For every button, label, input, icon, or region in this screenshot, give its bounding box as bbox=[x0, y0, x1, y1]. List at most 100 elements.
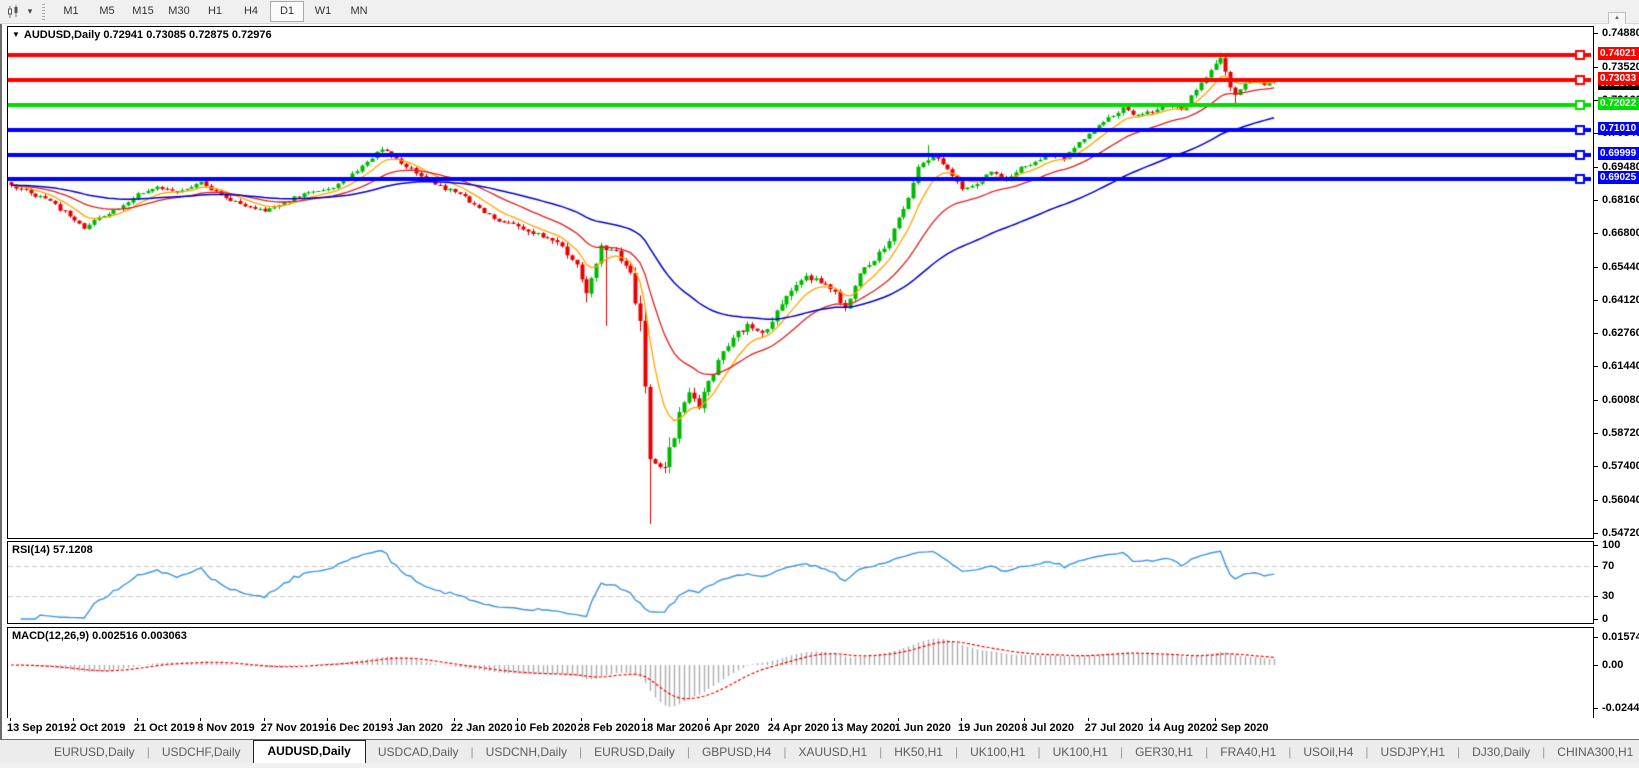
chart-tab-uk100-h1[interactable]: UK100,H1 bbox=[1041, 742, 1120, 763]
date-tick-mark bbox=[200, 718, 201, 721]
chart-ohlc-header: ▼ AUDUSD,Daily 0.72941 0.73085 0.72875 0.… bbox=[12, 29, 272, 41]
timeframe-button-m15[interactable]: M15 bbox=[126, 1, 160, 22]
rsi-tick-mark bbox=[1594, 596, 1598, 597]
timeframe-button-w1[interactable]: W1 bbox=[306, 1, 340, 22]
chart-tab-usoil-h4[interactable]: USOil,H4 bbox=[1291, 742, 1365, 763]
timeframe-button-m30[interactable]: M30 bbox=[162, 1, 196, 22]
timeframe-button-mn[interactable]: MN bbox=[342, 1, 376, 22]
rsi-axis: 10070300 bbox=[1594, 541, 1639, 624]
date-tick-label: 24 Apr 2020 bbox=[768, 722, 829, 734]
date-tick-mark bbox=[73, 718, 74, 721]
chart-type-dropdown-caret[interactable]: ▾ bbox=[24, 6, 36, 17]
chart-tab-usdjpy-h1[interactable]: USDJPY,H1 bbox=[1369, 742, 1457, 763]
chart-tab-fra40-h1[interactable]: FRA40,H1 bbox=[1208, 742, 1288, 763]
chart-tab-usdcnh-daily[interactable]: USDCNH,Daily bbox=[474, 742, 579, 763]
date-tick-label: 19 Jun 2020 bbox=[958, 722, 1020, 734]
price-tick-label: 0.56040 bbox=[1602, 494, 1639, 506]
timeframe-button-m5[interactable]: M5 bbox=[90, 1, 124, 22]
chart-window: ▼ AUDUSD,Daily 0.72941 0.73085 0.72875 0.… bbox=[2, 24, 1639, 739]
date-tick-label: 27 Jul 2020 bbox=[1085, 722, 1144, 734]
price-tick-mark bbox=[1594, 33, 1598, 34]
date-tick-label: 21 Oct 2019 bbox=[134, 722, 195, 734]
date-tick-label: 8 Nov 2019 bbox=[197, 722, 254, 734]
rsi-chart-canvas[interactable] bbox=[8, 542, 1591, 621]
hline-price-label[interactable]: 0.73033 bbox=[1598, 72, 1639, 85]
hline-price-label[interactable]: 0.72022 bbox=[1598, 97, 1639, 110]
price-tick-mark bbox=[1594, 67, 1598, 68]
price-tick-label: 0.65440 bbox=[1602, 261, 1639, 273]
date-tick-label: 3 Jan 2020 bbox=[387, 722, 443, 734]
chart-menu-triangle-icon[interactable]: ▼ bbox=[12, 30, 20, 39]
price-tick-mark bbox=[1594, 500, 1598, 501]
date-tick-mark bbox=[898, 718, 899, 721]
date-axis[interactable]: 13 Sep 20192 Oct 201921 Oct 20198 Nov 20… bbox=[7, 718, 1594, 738]
date-tick-mark bbox=[454, 718, 455, 721]
price-tick-mark bbox=[1594, 366, 1598, 367]
hline-price-label[interactable]: 0.71010 bbox=[1598, 122, 1639, 135]
date-tick-mark bbox=[1024, 718, 1025, 721]
chart-tab-gbpusd-h4[interactable]: GBPUSD,H4 bbox=[690, 742, 783, 763]
macd-label: MACD(12,26,9) bbox=[12, 630, 89, 642]
price-tick-label: 0.64120 bbox=[1602, 294, 1639, 306]
price-tick-mark bbox=[1594, 267, 1598, 268]
date-tick-label: 27 Nov 2019 bbox=[261, 722, 325, 734]
date-tick-label: 2 Oct 2019 bbox=[70, 722, 125, 734]
toolbar-grip[interactable] bbox=[42, 4, 45, 20]
date-tick-mark bbox=[1088, 718, 1089, 721]
rsi-tick-label: 30 bbox=[1602, 590, 1614, 602]
macd-header: MACD(12,26,9) 0.002516 0.003063 bbox=[12, 630, 187, 642]
hline-price-label[interactable]: 0.69999 bbox=[1598, 147, 1639, 160]
chart-tab-hk50-h1[interactable]: HK50,H1 bbox=[882, 742, 955, 763]
chart-tab-uk100-h1[interactable]: UK100,H1 bbox=[958, 742, 1037, 763]
chart-tab-usdcad-daily[interactable]: USDCAD,Daily bbox=[366, 742, 471, 763]
macd-values: 0.002516 0.003063 bbox=[92, 630, 187, 642]
chart-tab-audusd-daily[interactable]: AUDUSD,Daily bbox=[253, 740, 366, 763]
chart-tabs-bar: EURUSD,Daily|USDCHF,DailyAUDUSD,DailyUSD… bbox=[0, 739, 1639, 763]
timeframe-button-d1[interactable]: D1 bbox=[270, 1, 304, 22]
macd-tick-mark bbox=[1594, 637, 1598, 638]
macd-axis: 0.0157410.00-0.024412 bbox=[1594, 627, 1639, 719]
hline-price-label[interactable]: 0.74021 bbox=[1598, 47, 1639, 60]
date-tick-mark bbox=[707, 718, 708, 721]
date-tick-mark bbox=[264, 718, 265, 721]
macd-chart-canvas[interactable] bbox=[8, 628, 1591, 716]
rsi-panel: RSI(14) 57.1208 bbox=[7, 541, 1594, 624]
rsi-tick-mark bbox=[1594, 566, 1598, 567]
date-tick-label: 22 Jan 2020 bbox=[451, 722, 513, 734]
date-tick-mark bbox=[390, 718, 391, 721]
chart-tab-dj30-daily[interactable]: DJ30,Daily bbox=[1460, 742, 1542, 763]
price-tick-label: 0.68160 bbox=[1602, 194, 1639, 206]
price-tick-mark bbox=[1594, 466, 1598, 467]
price-tick-mark bbox=[1594, 167, 1598, 168]
price-axis: 0.748800.735200.721600.708400.694800.681… bbox=[1594, 26, 1639, 539]
date-tick-mark bbox=[834, 718, 835, 721]
price-tick-label: 0.57400 bbox=[1602, 460, 1639, 472]
timeframe-button-m1[interactable]: M1 bbox=[54, 1, 88, 22]
chart-tab-ger30-h1[interactable]: GER30,H1 bbox=[1123, 742, 1205, 763]
rsi-tick-label: 100 bbox=[1602, 539, 1620, 551]
hline-price-label[interactable]: 0.69025 bbox=[1598, 171, 1639, 184]
price-tick-label: 0.54720 bbox=[1602, 527, 1639, 539]
timeframe-button-h1[interactable]: H1 bbox=[198, 1, 232, 22]
chart-ohlc-text: AUDUSD,Daily 0.72941 0.73085 0.72875 0.7… bbox=[24, 29, 272, 41]
date-tick-label: 10 Feb 2020 bbox=[514, 722, 576, 734]
candlestick-chart-canvas[interactable] bbox=[8, 27, 1591, 536]
date-tick-label: 28 Feb 2020 bbox=[578, 722, 640, 734]
price-tick-mark bbox=[1594, 333, 1598, 334]
candlestick-chart-icon[interactable] bbox=[4, 3, 24, 21]
date-tick-label: 13 May 2020 bbox=[831, 722, 895, 734]
price-tick-mark bbox=[1594, 433, 1598, 434]
timeframe-toolbar: ▾ M1M5M15M30H1H4D1W1MN bbox=[0, 0, 1639, 24]
chart-tab-eurusd-daily[interactable]: EURUSD,Daily bbox=[42, 742, 147, 763]
chart-tab-xauusd-h1[interactable]: XAUUSD,H1 bbox=[786, 742, 879, 763]
date-tick-mark bbox=[137, 718, 138, 721]
timeframe-button-h4[interactable]: H4 bbox=[234, 1, 268, 22]
rsi-tick-label: 0 bbox=[1602, 613, 1608, 625]
chart-tab-china300-h1[interactable]: CHINA300,H1 bbox=[1545, 742, 1639, 763]
bottom-strip bbox=[0, 763, 1639, 768]
chart-tab-usdchf-daily[interactable]: USDCHF,Daily bbox=[150, 742, 253, 763]
date-tick-label: 6 Apr 2020 bbox=[704, 722, 759, 734]
chart-tab-eurusd-daily[interactable]: EURUSD,Daily bbox=[582, 742, 687, 763]
date-tick-mark bbox=[771, 718, 772, 721]
date-tick-mark bbox=[10, 718, 11, 721]
